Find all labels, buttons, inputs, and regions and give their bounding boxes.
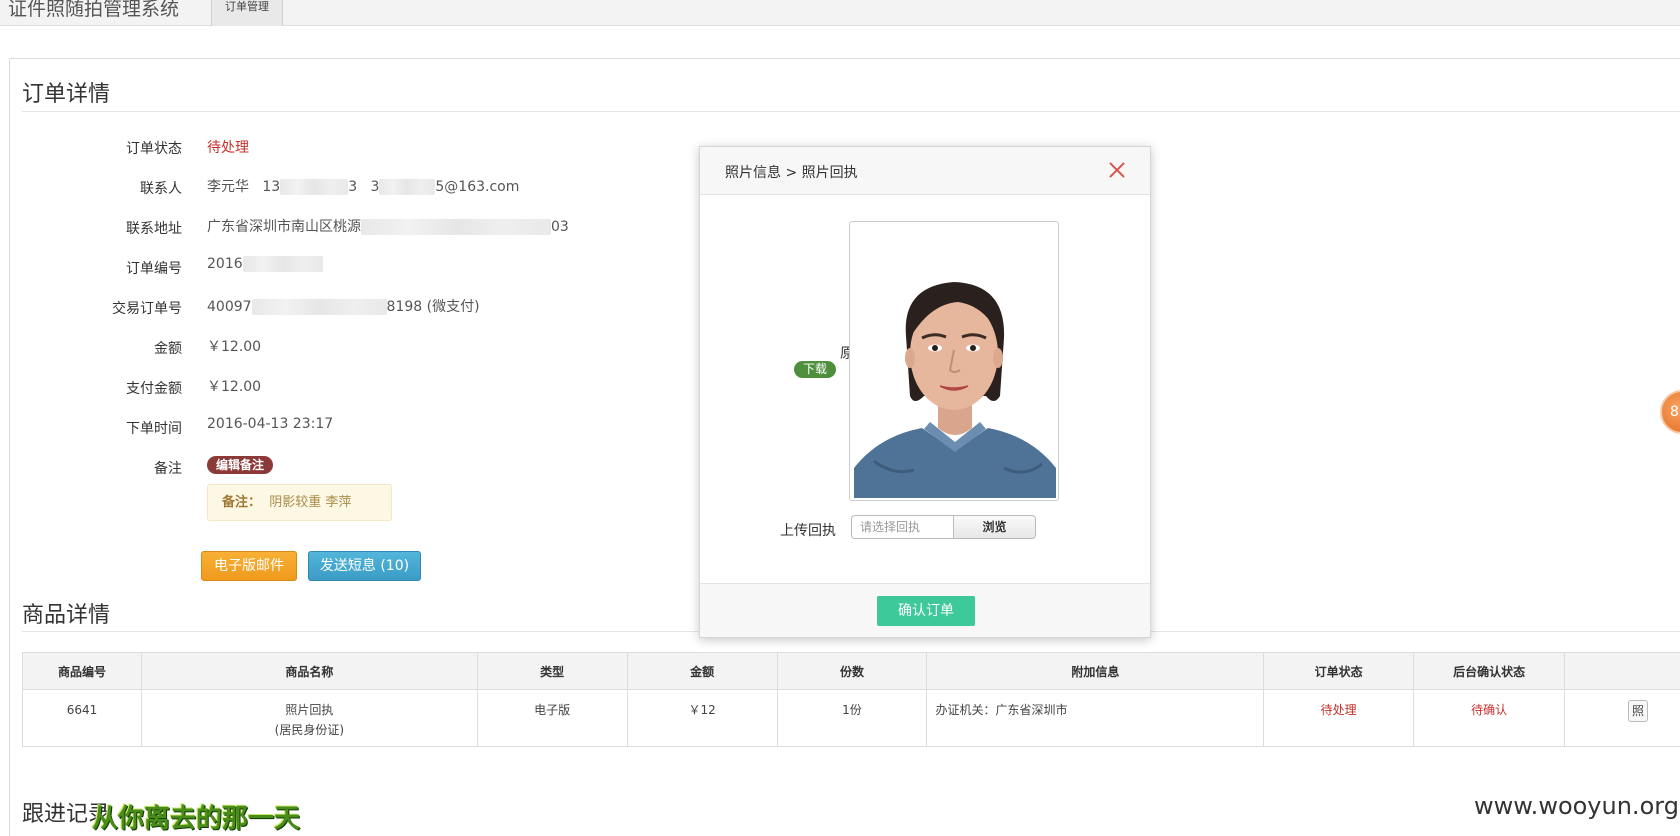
goods-table: 商品编号 商品名称 类型 金额 份数 附加信息 订单状态 后台确认状态 6641… (22, 652, 1680, 747)
photo-frame (849, 221, 1059, 501)
column-header: 金额 (626, 652, 778, 690)
contact-name: 李元华 (207, 179, 249, 195)
goods-extra-cell: 办证机关：广东省深圳市 (926, 689, 1265, 747)
order-number-label: 订单编号 (126, 261, 182, 277)
send-email-button[interactable]: 电子版邮件 (201, 551, 297, 581)
address-suffix: 03 (551, 219, 569, 235)
contact-email-prefix: 3 (370, 179, 380, 195)
table-row: 6641 照片回执 (居民身份证) 电子版 ￥12 1份 办证机关：广东省深圳市… (22, 689, 1680, 747)
goods-status-cell: 待处理 (1263, 689, 1415, 747)
redacted-blur (251, 299, 387, 315)
goods-amount-cell: ￥12 (626, 689, 778, 747)
contact-phone-prefix: 13 (262, 179, 281, 195)
column-header (1564, 652, 1680, 690)
transaction-number-value: 40097 8198 (微支付) (207, 296, 480, 316)
column-header: 订单状态 (1263, 652, 1415, 690)
receipt-file-input[interactable]: 请选择回执 (851, 515, 954, 539)
goods-count-cell: 1份 (776, 689, 928, 747)
goods-name-sub: (居民身份证) (274, 723, 345, 737)
note-box: 备注： 阴影较重 李萍 (207, 484, 392, 521)
modal-footer: 确认订单 (700, 583, 1150, 637)
column-header: 附加信息 (926, 652, 1265, 690)
redacted-blur (242, 256, 323, 272)
transaction-number-prefix: 40097 (207, 299, 252, 315)
portrait-illustration (854, 246, 1056, 498)
paid-amount-value: ￥12.00 (207, 379, 262, 395)
contact-email-suffix: 5@163.com (435, 179, 520, 195)
contact-phone-suffix: 3 (348, 179, 358, 195)
photo-action-button[interactable]: 照 (1628, 700, 1649, 722)
edit-note-button[interactable]: 编辑备注 (207, 456, 274, 474)
column-header: 商品名称 (140, 652, 478, 690)
paid-amount-label: 支付金额 (126, 381, 182, 397)
goods-confirm-cell: 待确认 (1413, 689, 1566, 747)
goods-action-cell: 照 (1564, 689, 1680, 747)
divider (22, 111, 1680, 112)
contact-label: 联系人 (140, 181, 182, 197)
upload-receipt-label: 上传回执 (780, 523, 836, 539)
amount-label: 金额 (154, 341, 182, 357)
watermark-url: www.wooyun.org (1474, 792, 1679, 820)
modal-title: 照片信息 > 照片回执 (725, 165, 858, 181)
remark-label: 备注 (154, 461, 182, 477)
column-header: 后台确认状态 (1413, 652, 1566, 690)
confirm-order-button[interactable]: 确认订单 (877, 596, 975, 626)
address-value: 广东省深圳市南山区桃源 03 (207, 216, 569, 236)
goods-name: 照片回执 (285, 703, 334, 717)
order-details-title: 订单详情 (22, 82, 111, 107)
goods-id-cell: 6641 (22, 689, 142, 747)
redacted-blur (361, 219, 551, 235)
browse-button[interactable]: 浏览 (953, 515, 1036, 539)
app-title: 证件照随拍管理系统 (8, 0, 180, 20)
order-number-prefix: 2016 (207, 256, 243, 272)
address-label: 联系地址 (126, 221, 182, 237)
amount-value: ￥12.00 (207, 339, 262, 355)
caption-overlay: 从你离去的那一天 (92, 804, 301, 834)
contact-value: 李元华 13 3 3 5@163.com (207, 176, 519, 196)
download-button[interactable]: 下载 (794, 361, 836, 378)
column-header: 份数 (776, 652, 928, 690)
order-time-label: 下单时间 (126, 421, 182, 437)
send-sms-button[interactable]: 发送短息 (10) (308, 551, 421, 581)
order-time-value: 2016-04-13 23:17 (207, 416, 334, 432)
note-label: 备注： (222, 495, 262, 510)
transaction-number-label: 交易订单号 (112, 301, 182, 317)
photo-receipt-modal: 照片信息 > 照片回执 原图 下载 (699, 146, 1151, 638)
note-text: 阴影较重 李萍 (269, 495, 352, 510)
order-status-value: 待处理 (207, 140, 249, 156)
id-photo (854, 246, 1056, 498)
redacted-blur (379, 179, 436, 195)
goods-name-cell: 照片回执 (居民身份证) (140, 689, 478, 747)
transaction-number-suffix: 8198 (微支付) (386, 299, 480, 315)
order-number-value: 2016 (207, 256, 323, 272)
column-header: 商品编号 (22, 652, 142, 690)
close-icon[interactable] (1106, 159, 1128, 181)
goods-type-cell: 电子版 (476, 689, 628, 747)
table-header-row: 商品编号 商品名称 类型 金额 份数 附加信息 订单状态 后台确认状态 (22, 652, 1680, 690)
redacted-blur (280, 179, 349, 195)
tab-order-management[interactable]: 订单管理 (211, 0, 283, 26)
modal-header: 照片信息 > 照片回执 (700, 147, 1150, 195)
goods-details-title: 商品详情 (22, 603, 111, 628)
top-bar: 证件照随拍管理系统 订单管理 (0, 0, 1680, 26)
column-header: 类型 (476, 652, 628, 690)
address-prefix: 广东省深圳市南山区桃源 (207, 219, 361, 235)
order-status-label: 订单状态 (126, 141, 182, 157)
